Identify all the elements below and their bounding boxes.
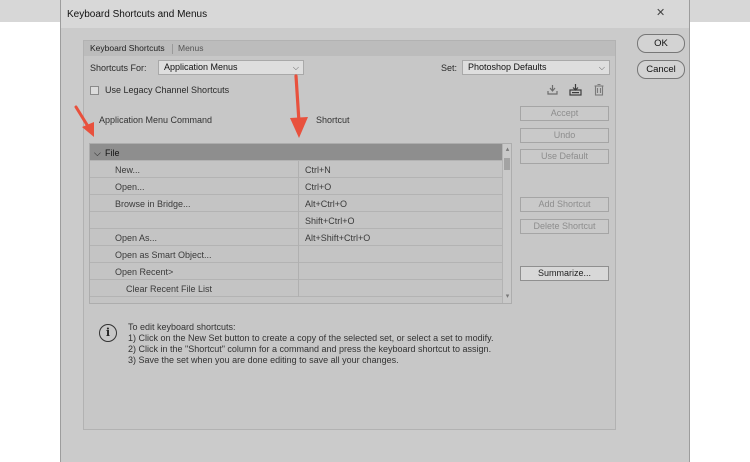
row-shortcut[interactable]: Ctrl+O <box>305 182 331 192</box>
tab-keyboard-shortcuts[interactable]: Keyboard Shortcuts <box>90 43 165 53</box>
column-divider <box>298 195 299 212</box>
set-value: Photoshop Defaults <box>468 62 547 72</box>
column-divider <box>298 178 299 195</box>
instructions-step-2: 2) Click in the "Shortcut" column for a … <box>128 344 492 354</box>
chevron-down-icon: ⌵ <box>598 63 605 72</box>
undo-button[interactable]: Undo <box>520 128 609 143</box>
table-row[interactable]: Browse in Bridge... Alt+Ctrl+O <box>90 195 503 212</box>
table-row[interactable]: Shift+Ctrl+O <box>90 212 503 229</box>
column-divider <box>298 212 299 229</box>
shortcuts-for-select[interactable]: Application Menus ⌵ <box>158 60 304 75</box>
expand-chevron-icon[interactable]: ⌵ <box>94 148 101 159</box>
add-shortcut-button[interactable]: Add Shortcut <box>520 197 609 212</box>
instructions-heading: To edit keyboard shortcuts: <box>128 322 236 332</box>
keyboard-shortcuts-dialog: Keyboard Shortcuts and Menus ✕ Keyboard … <box>60 0 690 462</box>
delete-shortcut-button[interactable]: Delete Shortcut <box>520 219 609 234</box>
column-divider <box>298 263 299 280</box>
dialog-title: Keyboard Shortcuts and Menus <box>67 9 208 20</box>
tab-menus[interactable]: Menus <box>178 43 204 53</box>
table-row-partial <box>90 297 503 303</box>
tab-bar: Keyboard Shortcuts Menus <box>84 41 615 56</box>
legacy-channel-label: Use Legacy Channel Shortcuts <box>105 85 230 95</box>
accept-button[interactable]: Accept <box>520 106 609 121</box>
tab-divider <box>172 44 173 54</box>
annotation-arrow-command <box>74 105 94 137</box>
info-icon: i <box>99 324 117 342</box>
row-command: Open as Smart Object... <box>115 250 212 260</box>
shortcuts-for-label: Shortcuts For: <box>90 63 147 73</box>
scroll-down-icon[interactable]: ▾ <box>503 292 511 300</box>
shortcut-column-header[interactable]: Shortcut <box>316 115 350 125</box>
table-row[interactable]: Open Recent> <box>90 263 503 280</box>
scroll-thumb[interactable] <box>504 158 510 170</box>
row-command: Browse in Bridge... <box>115 199 191 209</box>
column-divider <box>298 229 299 246</box>
title-bar: Keyboard Shortcuts and Menus ✕ <box>61 0 689 28</box>
row-shortcut[interactable]: Alt+Ctrl+O <box>305 199 347 209</box>
row-command: Open Recent> <box>115 267 174 277</box>
ok-button[interactable]: OK <box>637 34 685 53</box>
table-row[interactable]: Clear Recent File List <box>90 280 503 297</box>
table-row[interactable]: Open As... Alt+Shift+Ctrl+O <box>90 229 503 246</box>
new-set-icon[interactable] <box>569 83 582 96</box>
column-divider <box>298 280 299 297</box>
row-command: Open... <box>115 182 145 192</box>
row-shortcut[interactable]: Alt+Shift+Ctrl+O <box>305 233 370 243</box>
table-row[interactable]: Open... Ctrl+O <box>90 178 503 195</box>
trash-icon[interactable] <box>592 83 605 96</box>
set-label: Set: <box>441 63 458 73</box>
scroll-up-icon[interactable]: ▴ <box>503 145 511 153</box>
column-divider <box>298 246 299 263</box>
cancel-button[interactable]: Cancel <box>637 60 685 79</box>
table-row[interactable]: ⌵ File <box>90 144 503 161</box>
command-column-header[interactable]: Application Menu Command <box>99 115 212 125</box>
row-command: Open As... <box>115 233 158 243</box>
set-select[interactable]: Photoshop Defaults ⌵ <box>462 60 610 75</box>
shortcuts-for-value: Application Menus <box>164 62 238 72</box>
shortcut-list: ⌵ File New... Ctrl+N Open... Ctrl+O Brow… <box>89 143 512 304</box>
summarize-button[interactable]: Summarize... <box>520 266 609 281</box>
save-set-icon[interactable] <box>546 83 559 96</box>
table-row[interactable]: New... Ctrl+N <box>90 161 503 178</box>
instructions-step-1: 1) Click on the New Set button to create… <box>128 333 494 343</box>
instructions-step-3: 3) Save the set when you are done editin… <box>128 355 399 365</box>
use-default-button[interactable]: Use Default <box>520 149 609 164</box>
annotation-arrow-shortcut <box>290 74 308 138</box>
row-command: New... <box>115 165 141 175</box>
close-icon[interactable]: ✕ <box>656 6 665 19</box>
row-command: Clear Recent File List <box>126 284 213 294</box>
row-command: File <box>105 148 120 158</box>
shortcuts-panel: Keyboard Shortcuts Menus Shortcuts For: … <box>83 40 616 430</box>
legacy-channel-checkbox[interactable] <box>90 86 99 95</box>
list-scrollbar[interactable]: ▴ ▾ <box>502 144 511 303</box>
table-row[interactable]: Open as Smart Object... <box>90 246 503 263</box>
column-divider <box>298 161 299 178</box>
row-shortcut[interactable]: Shift+Ctrl+O <box>305 216 355 226</box>
row-shortcut[interactable]: Ctrl+N <box>305 165 331 175</box>
